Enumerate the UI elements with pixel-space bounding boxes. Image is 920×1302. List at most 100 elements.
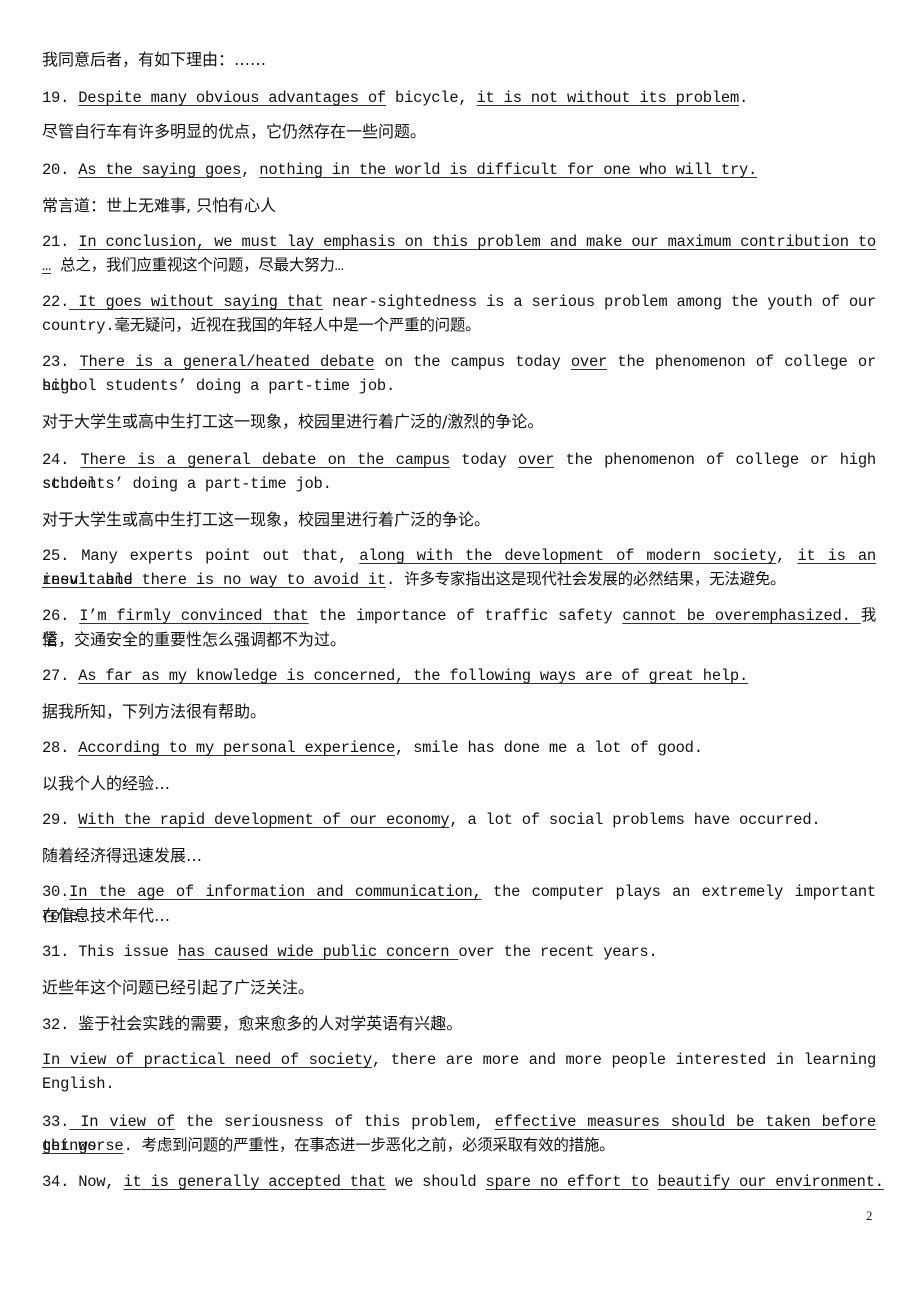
text-line: 32. 鉴于社会实践的需要，愈来愈多的人对学英语有兴趣。 (42, 1012, 876, 1037)
underlined-phrase: It goes without saying that (69, 293, 324, 311)
text-segment: school students’ doing a part-time job. (42, 377, 396, 395)
text-segment (648, 1173, 657, 1191)
text-segment: the seriousness of this problem, (174, 1113, 495, 1131)
text-line: 尽管自行车有许多明显的优点，它仍然存在一些问题。 (42, 120, 876, 144)
text-segment: 34. Now, (42, 1173, 124, 1191)
text-line: 31. This issue has caused wide public co… (42, 940, 876, 964)
text-line: 我同意后者，有如下理由：…… (42, 48, 876, 72)
text-line: 22. It goes without saying that near-sig… (42, 290, 876, 314)
text-line: 29. With the rapid development of our ec… (42, 808, 876, 832)
underlined-phrase: beautify our environment. (657, 1173, 885, 1191)
text-segment: 20. (42, 161, 79, 179)
underlined-phrase: Despite many obvious advantages of (78, 89, 386, 107)
text-segment: 23. (42, 353, 80, 371)
text-segment: near-sightedness is a serious problem am… (323, 293, 876, 311)
underlined-phrase: In the age of information and communicat… (69, 883, 482, 901)
text-segment: 鉴于社会实践的需要，愈来愈多的人对学英语有兴趣。 (78, 1014, 463, 1033)
underlined-phrase: over (570, 353, 608, 371)
text-line: get worse. 考虑到问题的严重性，在事态进一步恶化之前，必须采取有效的措… (42, 1134, 876, 1158)
text-line: English. (42, 1072, 876, 1096)
underlined-phrase: In view of (69, 1113, 175, 1131)
text-segment: 19. (42, 89, 79, 107)
underlined-phrase: it is not without its problem (476, 89, 740, 107)
text-line: 27. As far as my knowledge is concerned,… (42, 664, 876, 688)
underlined-phrase: along with the development of modern soc… (359, 547, 777, 565)
underlined-phrase: In conclusion, we must lay emphasis on t… (78, 233, 876, 251)
underlined-phrase: In view of practical need of society (42, 1051, 372, 1069)
text-segment: . 考虑到问题的严重性，在事态进一步恶化之前，必须采取有效的措施。 (123, 1137, 615, 1155)
text-segment: the importance of traffic safety (308, 607, 623, 625)
text-segment: today (449, 451, 518, 469)
underlined-phrase: There is a general/heated debate (79, 353, 375, 371)
text-segment: 对于大学生或高中生打工这一现象，校园里进行着广泛的争论。 (42, 510, 491, 529)
text-segment: 22. (42, 293, 70, 311)
text-segment: 26. (42, 607, 80, 625)
text-segment: , smile has done me a lot of good. (395, 739, 703, 757)
text-segment: 总之，我们应重视这个问题，尽最大努力… (51, 257, 344, 275)
underlined-phrase: cannot be overemphasized. (622, 607, 861, 625)
text-segment: over the recent years. (458, 943, 658, 961)
text-segment: 对于大学生或高中生打工这一现象，校园里进行着广泛的/激烈的争论。 (42, 412, 544, 431)
text-line: 常言道：世上无难事, 只怕有心人 (42, 194, 876, 218)
text-segment: 据我所知，下列方法很有帮助。 (42, 702, 267, 721)
text-segment: country.毫无疑问，近视在我国的年轻人中是一个严重的问题。 (42, 317, 481, 335)
text-line: 对于大学生或高中生打工这一现象，校园里进行着广泛的/激烈的争论。 (42, 410, 876, 434)
text-line: 据我所知，下列方法很有帮助。 (42, 700, 876, 724)
text-segment: we should (385, 1173, 486, 1191)
text-line: 在信息技术年代… (42, 904, 876, 928)
text-line: country.毫无疑问，近视在我国的年轻人中是一个严重的问题。 (42, 314, 876, 338)
text-segment: , there are more and more people interes… (371, 1051, 876, 1069)
underlined-phrase: I’m firmly convinced that (79, 607, 309, 625)
text-line: 随着经济得迅速发展… (42, 844, 876, 868)
text-segment: 尽管自行车有许多明显的优点，它仍然存在一些问题。 (42, 122, 427, 141)
text-segment: bicycle, (385, 89, 477, 107)
text-segment: 30. (42, 883, 70, 901)
text-segment: English. (42, 1075, 115, 1093)
text-segment: 24. (42, 451, 81, 469)
text-segment: 信，交通安全的重要性怎么强调都不为过。 (42, 630, 347, 649)
text-segment: 以我个人的经验… (42, 774, 171, 793)
text-segment: on the campus today (374, 353, 571, 371)
text-line: 19. Despite many obvious advantages of b… (42, 86, 876, 110)
text-segment: 随着经济得迅速发展… (42, 846, 203, 865)
text-segment: , a lot of social problems have occurred… (449, 811, 821, 829)
text-segment: 27. (42, 667, 79, 685)
page-number: 2 (866, 1208, 873, 1223)
text-line: 近些年这个问题已经引起了广泛关注。 (42, 976, 876, 1000)
underlined-phrase: … (42, 257, 52, 275)
underlined-phrase: get worse (42, 1137, 124, 1155)
underlined-phrase: spare no effort to (485, 1173, 649, 1191)
text-line: 34. Now, it is generally accepted that w… (42, 1170, 884, 1194)
underlined-phrase: result and there is no way to avoid it (42, 571, 386, 589)
text-segment: 31. This issue (42, 943, 178, 961)
text-line: 信，交通安全的重要性怎么强调都不为过。 (42, 628, 876, 652)
text-segment: 25. Many experts point out that, (42, 547, 360, 565)
text-segment: 近些年这个问题已经引起了广泛关注。 (42, 978, 315, 997)
text-line: 21. In conclusion, we must lay emphasis … (42, 230, 876, 254)
text-segment: 32. (42, 1016, 79, 1034)
underlined-phrase: over (517, 451, 555, 469)
underlined-phrase: it is generally accepted that (123, 1173, 386, 1191)
text-segment: 我同意后者，有如下理由：…… (42, 50, 267, 69)
underlined-phrase: With the rapid development of our econom… (78, 811, 450, 829)
text-segment: 21. (42, 233, 79, 251)
underlined-phrase: has caused wide public concern (177, 943, 459, 961)
text-line: 以我个人的经验… (42, 772, 876, 796)
underlined-phrase: As the saying goes (78, 161, 242, 179)
text-line: … 总之，我们应重视这个问题，尽最大努力… (42, 254, 876, 278)
text-segment: . 许多专家指出这是现代社会发展的必然结果，无法避免。 (385, 571, 786, 589)
underlined-phrase: There is a general debate on the campus (80, 451, 451, 469)
text-segment: students’ doing a part-time job. (42, 475, 332, 493)
text-line: 20. As the saying goes, nothing in the w… (42, 158, 876, 182)
text-line: In view of practical need of society, th… (42, 1048, 876, 1072)
text-segment: 在信息技术年代… (42, 906, 171, 925)
text-segment: , (776, 547, 798, 565)
text-segment: 29. (42, 811, 79, 829)
text-segment: 常言道：世上无难事, 只怕有心人 (42, 196, 277, 215)
text-line: result and there is no way to avoid it. … (42, 568, 876, 592)
text-segment: 33. (42, 1113, 70, 1131)
text-line: students’ doing a part-time job. (42, 472, 876, 496)
text-segment: , (241, 161, 260, 179)
text-line: 28. According to my personal experience,… (42, 736, 876, 760)
underlined-phrase: nothing in the world is difficult for on… (259, 161, 758, 179)
